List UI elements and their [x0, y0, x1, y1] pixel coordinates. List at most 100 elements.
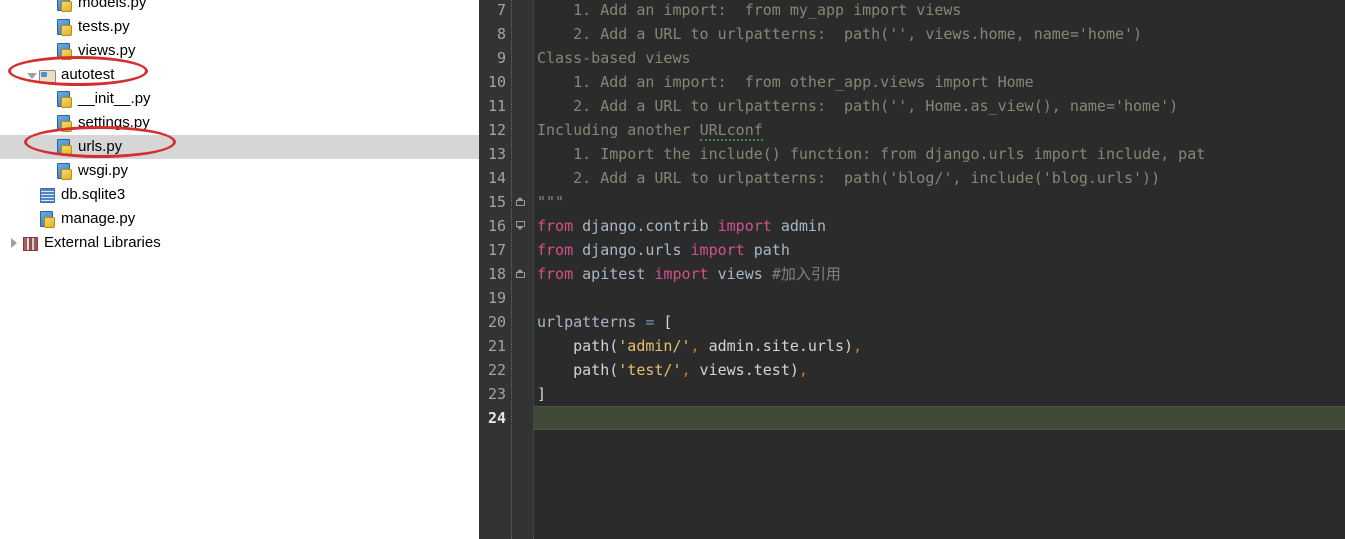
tree-item-urls-py[interactable]: urls.py	[0, 135, 479, 159]
tree-item-db-sqlite3[interactable]: db.sqlite3	[0, 183, 479, 207]
code-line[interactable]: from apitest import views #加入引用	[537, 262, 841, 286]
code-token: URLconf	[699, 121, 763, 141]
books-icon	[21, 234, 39, 252]
tree-item-manage-py[interactable]: manage.py	[0, 207, 479, 231]
line-number[interactable]: 13	[479, 142, 506, 166]
tree-item-label: db.sqlite3	[61, 186, 126, 203]
line-number[interactable]: 10	[479, 70, 506, 94]
tree-item-wsgi-py[interactable]: wsgi.py	[0, 159, 479, 183]
line-number[interactable]: 17	[479, 238, 506, 262]
tree-item-label: wsgi.py	[78, 162, 129, 179]
line-number-gutter[interactable]: 7 8 9 10 11 12 13 14 15 16 17 18 19 20 21 22 23 24	[479, 0, 511, 539]
tree-item-init-py[interactable]: __init__.py	[0, 87, 479, 111]
fold-glyph	[516, 197, 525, 206]
fold-glyph	[516, 221, 525, 230]
indent-guide	[533, 0, 534, 539]
line-number[interactable]: 21	[479, 334, 506, 358]
line-number[interactable]: 24	[479, 406, 506, 430]
fold-collapse-arrow-icon[interactable]	[515, 214, 528, 238]
code-token: import	[654, 265, 709, 283]
python-file-icon	[55, 162, 73, 180]
line-number[interactable]: 15	[479, 190, 506, 214]
code-token: import	[690, 241, 745, 259]
code-token: 'test/'	[618, 361, 682, 379]
tree-item-autotest[interactable]: autotest	[0, 63, 479, 87]
code-token: from	[537, 265, 574, 283]
code-line[interactable]: path('admin/', admin.site.urls),	[537, 334, 862, 358]
code-token: path(	[537, 337, 619, 355]
tree-item-label: settings.py	[78, 114, 150, 131]
code-token: path(	[537, 361, 619, 379]
code-token: ,	[798, 361, 808, 379]
tree-item-models-py[interactable]: models.py	[0, 0, 479, 15]
code-token: 'admin/'	[618, 337, 691, 355]
code-line[interactable]: Class-based views	[537, 46, 691, 70]
code-token: from	[537, 241, 574, 259]
code-line[interactable]: path('test/', views.test),	[537, 358, 808, 382]
code-line[interactable]: ]	[537, 382, 546, 406]
tree-item-label: __init__.py	[78, 90, 151, 107]
ide-window: models.py tests.py views.py autotest __init_…	[0, 0, 1345, 539]
tree-twisty-spacer	[42, 159, 55, 183]
code-text-area[interactable]: 1. Add an import: from my_app import vie…	[533, 0, 1345, 539]
python-file-icon	[38, 210, 56, 228]
tree-item-settings-py[interactable]: settings.py	[0, 111, 479, 135]
chevron-down-icon[interactable]	[25, 63, 38, 87]
code-line[interactable]: 1. Add an import: from other_app.views i…	[537, 70, 1034, 94]
code-line[interactable]: 1. Add an import: from my_app import vie…	[537, 0, 961, 22]
code-line[interactable]: 1. Import the include() function: from d…	[537, 142, 1205, 166]
code-line[interactable]: 2. Add a URL to urlpatterns: path('blog/…	[537, 166, 1160, 190]
python-file-icon	[55, 18, 73, 36]
python-file-icon	[55, 138, 73, 156]
code-line[interactable]: Including another URLconf	[537, 118, 763, 142]
tree-item-label: External Libraries	[44, 234, 161, 251]
fold-region-marker-icon[interactable]	[515, 262, 528, 286]
code-token: from	[537, 217, 574, 235]
tree-twisty-spacer	[42, 39, 55, 63]
code-line[interactable]: from django.contrib import admin	[537, 214, 826, 238]
line-number[interactable]: 22	[479, 358, 506, 382]
tree-item-label: manage.py	[61, 210, 136, 227]
line-number[interactable]: 14	[479, 166, 506, 190]
chevron-right-icon[interactable]	[8, 231, 21, 255]
tree-item-label: autotest	[61, 66, 115, 83]
tree-twisty-spacer	[42, 135, 55, 159]
code-line[interactable]: """	[537, 190, 564, 214]
tree-twisty-spacer	[25, 183, 38, 207]
line-number[interactable]: 12	[479, 118, 506, 142]
code-token: ,	[681, 361, 691, 379]
tree-twisty-spacer	[42, 87, 55, 111]
tree-item-tests-py[interactable]: tests.py	[0, 15, 479, 39]
project-tool-window[interactable]: models.py tests.py views.py autotest __init_…	[0, 0, 479, 539]
tree-item-views-py[interactable]: views.py	[0, 39, 479, 63]
line-number[interactable]: 9	[479, 46, 506, 70]
code-editor[interactable]: 7 8 9 10 11 12 13 14 15 16 17 18 19 20 21 22 23 24 1. Add…	[479, 0, 1345, 539]
line-number[interactable]: 23	[479, 382, 506, 406]
tree-item-external-libraries[interactable]: External Libraries	[0, 231, 479, 255]
code-token: views.test)	[690, 361, 799, 379]
line-number[interactable]: 11	[479, 94, 506, 118]
fold-glyph	[516, 269, 525, 278]
code-line[interactable]: 2. Add a URL to urlpatterns: path('', Ho…	[537, 94, 1178, 118]
code-token: Class-based views	[537, 49, 691, 67]
fold-region-marker-icon[interactable]	[515, 190, 528, 214]
tree-twisty-spacer	[42, 0, 55, 15]
code-line[interactable]: from django.urls import path	[537, 238, 790, 262]
tree-twisty-spacer	[25, 207, 38, 231]
line-number[interactable]: 20	[479, 310, 506, 334]
python-file-icon	[55, 114, 73, 132]
tree-twisty-spacer	[42, 111, 55, 135]
code-token: """	[537, 193, 565, 211]
code-token: django.urls	[573, 241, 691, 259]
line-number[interactable]: 16	[479, 214, 506, 238]
line-number[interactable]: 7	[479, 0, 506, 22]
code-line[interactable]: 2. Add a URL to urlpatterns: path('', vi…	[537, 22, 1142, 46]
code-token: apitest	[573, 265, 655, 283]
line-number[interactable]: 8	[479, 22, 506, 46]
line-number[interactable]: 18	[479, 262, 506, 286]
code-token: admin	[771, 217, 826, 235]
code-token: 1. Import the include() function: from d…	[537, 145, 1206, 163]
code-token: views	[708, 265, 772, 283]
code-line[interactable]: urlpatterns = [	[537, 310, 672, 334]
line-number[interactable]: 19	[479, 286, 506, 310]
